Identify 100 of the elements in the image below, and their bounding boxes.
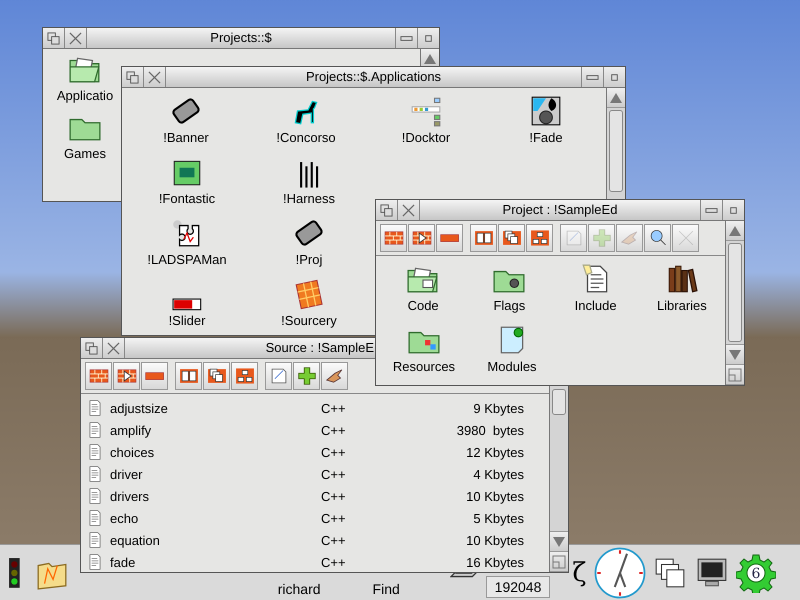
- file-name[interactable]: echo: [110, 510, 321, 526]
- zeta-symbol-icon[interactable]: ζ: [572, 558, 586, 588]
- close-icon: [402, 204, 415, 216]
- file-name[interactable]: adjustsize: [110, 400, 321, 416]
- gear-badge[interactable]: 6: [736, 552, 776, 592]
- file-type: C++: [321, 422, 347, 438]
- resize-icon: [552, 554, 566, 568]
- iconbar-label[interactable]: richard: [278, 581, 321, 600]
- toolbar-button[interactable]: [526, 224, 553, 252]
- scrollbar-thumb[interactable]: [728, 243, 742, 342]
- file-size: 5 Kbytes: [472, 510, 524, 526]
- file-name[interactable]: equation: [110, 532, 321, 548]
- resize-button[interactable]: [726, 365, 744, 385]
- iconbar-button[interactable]: [653, 556, 688, 590]
- resize-button[interactable]: [550, 552, 568, 572]
- free-memory-display[interactable]: 192048: [486, 576, 550, 598]
- down-arrow-icon: [728, 348, 742, 362]
- iconise-button[interactable]: [395, 28, 417, 48]
- scroll-up-button[interactable]: [726, 221, 744, 241]
- back-icon: [47, 32, 60, 44]
- traffic-light-icon: [8, 556, 21, 588]
- bars-icon: [298, 161, 320, 189]
- back-icon: [85, 342, 98, 354]
- iconbar-button[interactable]: [592, 544, 648, 600]
- toolbar-button[interactable]: [203, 362, 230, 390]
- toolbar-button[interactable]: [498, 224, 525, 252]
- iconise-button[interactable]: [581, 67, 603, 87]
- scroll-up-button[interactable]: [607, 88, 625, 108]
- file-type: C++: [321, 532, 347, 548]
- window-title: Projects::$.Applications: [304, 68, 442, 86]
- toolbar-button[interactable]: [293, 362, 320, 390]
- file-type: C++: [321, 400, 347, 416]
- file-type: C++: [321, 510, 347, 526]
- file-type: C++: [321, 466, 347, 482]
- up-arrow-icon: [423, 52, 437, 66]
- file-size: 9 Kbytes: [472, 400, 524, 416]
- title-bar[interactable]: Projects::$: [43, 28, 439, 49]
- iconbar-label[interactable]: Find: [372, 581, 400, 600]
- back-button[interactable]: [376, 200, 398, 220]
- file-name[interactable]: fade: [110, 554, 321, 570]
- file-name[interactable]: choices: [110, 444, 321, 460]
- close-button[interactable]: [398, 200, 420, 220]
- back-button[interactable]: [122, 67, 144, 87]
- title-bar[interactable]: Project : !SampleEd: [376, 200, 744, 221]
- toolbar-button[interactable]: [85, 362, 112, 390]
- iconbar-button[interactable]: [695, 556, 730, 590]
- slider-icon: [172, 298, 202, 311]
- back-button[interactable]: [43, 28, 65, 48]
- file-type: C++: [321, 554, 347, 570]
- bar-icon: [144, 372, 164, 380]
- close-button[interactable]: [103, 338, 125, 358]
- file-size: 16 Kbytes: [465, 554, 524, 570]
- resize-icon: [728, 368, 742, 382]
- plus-icon: [296, 365, 318, 387]
- toolbar-button[interactable]: [231, 362, 258, 390]
- toolbar-button[interactable]: [113, 362, 140, 390]
- toolbar-button[interactable]: [175, 362, 202, 390]
- file-type: C++: [321, 444, 347, 460]
- toolbar-button[interactable]: [408, 224, 435, 252]
- scrollbar-thumb[interactable]: [609, 110, 623, 192]
- toolbar-button[interactable]: [380, 224, 407, 252]
- toggle-size-button[interactable]: [603, 67, 625, 87]
- close-icon: [107, 342, 120, 354]
- toolbar-button[interactable]: [265, 362, 292, 390]
- scrollbar-thumb[interactable]: [552, 389, 566, 415]
- file-size: 10 Kbytes: [465, 488, 524, 504]
- toolbar-button[interactable]: [321, 362, 348, 390]
- iconise-button[interactable]: [700, 200, 722, 220]
- close-button[interactable]: [144, 67, 166, 87]
- file-name[interactable]: drivers: [110, 488, 321, 504]
- window-title: Projects::$: [209, 29, 273, 47]
- file-size: 12 Kbytes: [465, 444, 524, 460]
- toggle-size-button[interactable]: [417, 28, 439, 48]
- file-name[interactable]: driver: [110, 466, 321, 482]
- monitor-icon: [695, 556, 730, 590]
- title-bar[interactable]: Projects::$.Applications: [122, 67, 625, 88]
- scroll-down-button[interactable]: [726, 345, 744, 365]
- back-icon: [380, 204, 393, 216]
- toggle-size-button[interactable]: [722, 200, 744, 220]
- plus-icon: [590, 227, 612, 249]
- up-arrow-icon: [728, 224, 742, 238]
- task-windows-icon: [653, 556, 688, 590]
- file-size: 4 Kbytes: [472, 466, 524, 482]
- down-arrow-icon: [552, 534, 566, 548]
- bar-icon: [440, 234, 460, 242]
- back-button[interactable]: [81, 338, 103, 358]
- scroll-down-button[interactable]: [550, 532, 568, 552]
- window-title: Project : !SampleEd: [502, 201, 618, 219]
- file-name[interactable]: amplify: [110, 422, 321, 438]
- window-title: Source : !SampleE: [264, 339, 374, 357]
- close-button[interactable]: [65, 28, 87, 48]
- toolbar-button[interactable]: [644, 224, 671, 252]
- back-icon: [126, 70, 139, 84]
- close-icon: [148, 70, 161, 84]
- clock-icon: [592, 544, 648, 600]
- up-arrow-icon: [609, 90, 623, 104]
- file-type: C++: [321, 488, 347, 504]
- iconbar-button[interactable]: [8, 556, 21, 588]
- toolbar-button[interactable]: [470, 224, 497, 252]
- close-icon: [69, 32, 82, 44]
